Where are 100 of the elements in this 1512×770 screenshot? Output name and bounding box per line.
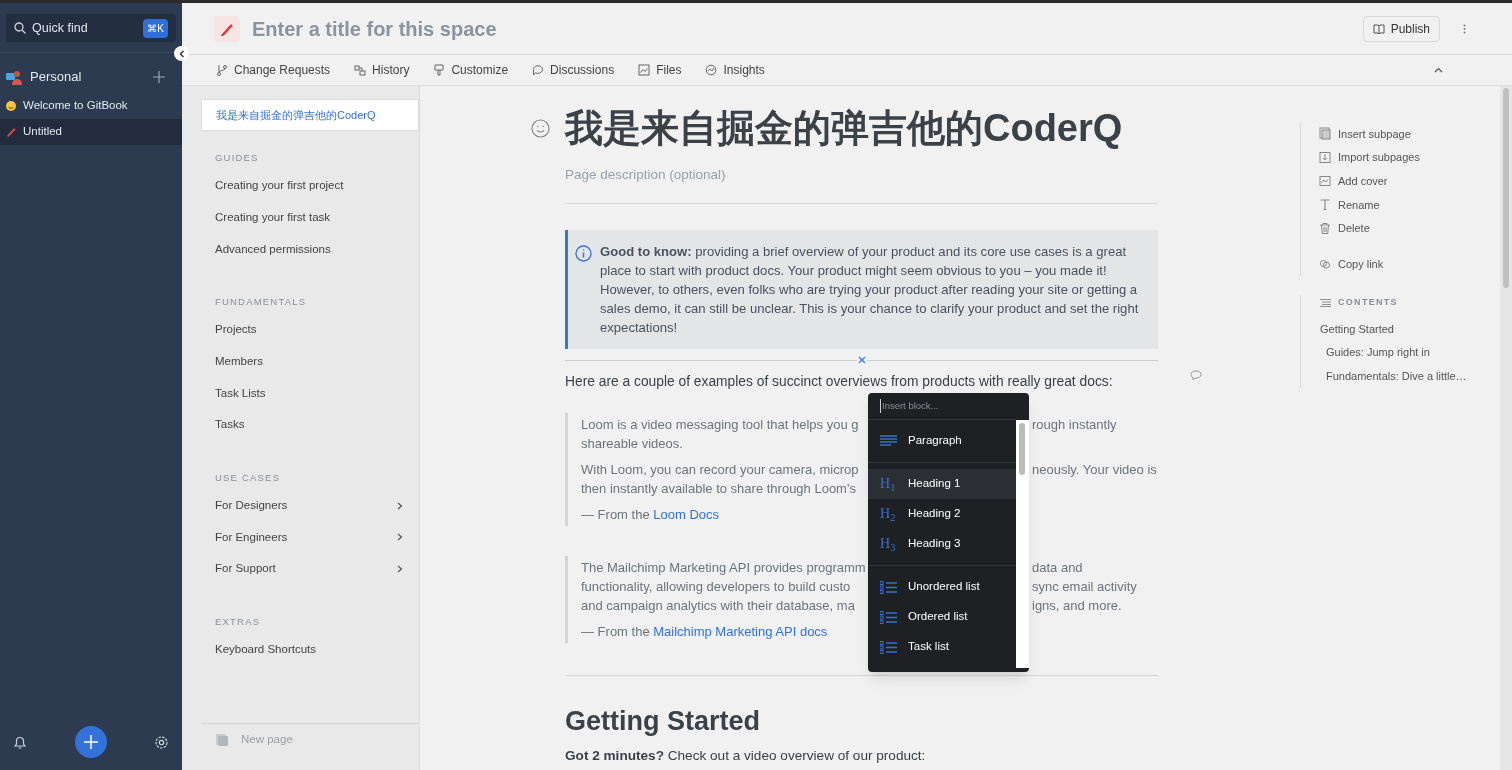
quote-text: and campaign analytics with their database, ma — [581, 598, 855, 614]
quote-text: functionality, allowing developers to build custo — [581, 579, 851, 595]
nav-item[interactable]: Projects — [201, 314, 419, 346]
collapse-button[interactable] — [174, 46, 189, 61]
chevron-right-icon — [397, 565, 403, 574]
nav-item[interactable]: Members — [201, 345, 419, 378]
quote-text: shareable videos. — [581, 436, 683, 452]
contents-item[interactable]: Guides: Jump right in — [1320, 340, 1500, 365]
nav-item[interactable]: For Support — [201, 553, 419, 585]
tab[interactable]: Change Requests — [216, 61, 331, 79]
section-heading: EXTRAS — [214, 614, 262, 629]
menu-item[interactable]: H$_{2}$ Heading 2 — [868, 499, 1016, 529]
chevron-right-icon — [397, 501, 403, 510]
add-button[interactable] — [74, 726, 107, 758]
bell-icon — [13, 734, 27, 750]
nav-item[interactable]: Creating your first task — [201, 201, 419, 234]
nav-item[interactable]: For Engineers — [201, 521, 419, 554]
quote-text: igns, and more. — [1032, 597, 1122, 616]
image-icon — [638, 64, 651, 76]
nav-item[interactable]: Task Lists — [201, 377, 419, 410]
tab[interactable]: Insights — [705, 61, 765, 79]
menu-item[interactable]: Ordered list — [868, 602, 1016, 632]
history-icon — [354, 64, 367, 76]
search-field[interactable]: Quick find ⌘K — [6, 14, 176, 42]
rename-icon — [1319, 198, 1331, 212]
person-avatar-icon — [5, 68, 23, 86]
kebab-icon — [1462, 23, 1466, 34]
quote-text: The Mailchimp Marketing API provides programm — [581, 560, 866, 576]
space-name[interactable]: Personal — [30, 67, 146, 87]
quote-text: then instantly available to share through Loom's — [581, 481, 856, 497]
quote-text: data and — [1032, 559, 1083, 578]
section-heading: GUIDES — [214, 151, 260, 165]
menu-scrollbar[interactable] — [1016, 420, 1029, 668]
paragraph: Here are a couple of examples of succinct overviews from products with really great docs: — [565, 373, 1114, 392]
action-item[interactable]: Rename — [1319, 193, 1500, 217]
callout-text: Good to know: providing a brief overview of your product and its core use cases is a great place to start with product docs. Your product might seem obvious to you – you made it! However, to others, even folks who are trying your product after reading your site or getting a sales demo, it can still be unclear. This is your chance to clarify your product and set the right expectations! — [600, 243, 1140, 338]
chevron-up-icon — [1434, 67, 1443, 73]
comment-icon — [1190, 370, 1202, 380]
collapse-tabs-button[interactable] — [1434, 65, 1444, 75]
list-icon — [880, 580, 897, 594]
branch-icon — [216, 64, 228, 76]
nav-item[interactable]: Keyboard Shortcuts — [201, 633, 419, 666]
space-icon[interactable] — [214, 15, 240, 42]
source-link[interactable]: Mailchimp Marketing API docs — [653, 622, 828, 642]
list-icon — [880, 610, 897, 624]
paragraph: Got 2 minutes? Check out a video overview of our product: — [565, 747, 927, 766]
publish-button[interactable]: Publish — [1362, 15, 1440, 42]
paragraph-icon — [880, 435, 897, 447]
plus-icon — [83, 735, 98, 749]
nav-item[interactable]: Creating your first project — [201, 170, 419, 202]
contents-item[interactable]: Getting Started — [1320, 317, 1500, 341]
close-button[interactable] — [857, 355, 867, 366]
menu-item[interactable]: H$_{3}$ Heading 3 — [868, 529, 1016, 559]
source-link[interactable]: Loom Docs — [653, 505, 719, 525]
contents-icon — [1320, 299, 1331, 308]
action-item[interactable]: Delete — [1319, 216, 1500, 241]
list-icon — [880, 640, 897, 654]
heading-icon: H$_{3}$ — [880, 537, 897, 551]
quote-text: Loom is a video messaging tool that helps you g — [581, 417, 859, 433]
brush-icon — [433, 64, 446, 76]
section-heading: Getting Started — [565, 705, 761, 739]
tab[interactable]: History — [354, 61, 410, 79]
settings-icon — [154, 734, 169, 750]
quote-text: neously. Your video is — [1032, 461, 1157, 480]
menu-item[interactable]: Task list — [868, 632, 1016, 662]
block-search-field[interactable]: Insert block... — [880, 398, 1004, 414]
cover-icon — [1319, 174, 1331, 188]
page-title[interactable]: 我是来自掘金的弹吉他的CoderQ — [565, 103, 1158, 153]
contents-heading: CONTENTS — [1338, 296, 1398, 310]
bubble-icon — [532, 64, 545, 76]
quote-text: rough instantly — [1032, 416, 1117, 435]
info-icon — [575, 245, 592, 263]
section-heading: USE CASES — [214, 470, 282, 485]
menu-item[interactable]: H$_{1}$ Heading 1 — [868, 469, 1016, 499]
action-item[interactable]: Add cover — [1319, 169, 1500, 194]
subpage-icon — [1319, 127, 1331, 141]
nav-item[interactable]: Tasks — [201, 409, 419, 441]
page-item[interactable]: Welcome to GitBook — [0, 93, 182, 119]
quote-text: sync email activity — [1032, 578, 1137, 597]
action-item[interactable]: Copy link — [1319, 252, 1500, 277]
action-item[interactable]: Import subpages — [1319, 145, 1500, 170]
menu-item[interactable]: Paragraph — [868, 426, 1016, 456]
page-item[interactable]: Untitled — [0, 119, 182, 145]
tab[interactable]: Customize — [433, 61, 509, 79]
heading-icon: H$_{1}$ — [880, 477, 897, 491]
source-text: — From the — [581, 506, 651, 525]
contents-item[interactable]: Fundamentals: Dive a little… — [1320, 364, 1500, 389]
menu-item[interactable]: Unordered list — [868, 572, 1016, 602]
nav-item[interactable]: For Designers — [201, 489, 419, 522]
tab[interactable]: Discussions — [532, 61, 615, 79]
nav-item[interactable]: Advanced permissions — [201, 233, 419, 266]
action-item[interactable]: Insert subpage — [1319, 122, 1500, 146]
plus-icon — [153, 71, 165, 83]
heading-icon: H$_{2}$ — [880, 507, 897, 521]
import-icon — [1319, 151, 1331, 165]
pages-icon — [215, 733, 229, 747]
tab[interactable]: Files — [638, 61, 682, 79]
nav-page-item[interactable]: 我是来自掘金的弹吉他的CoderQ — [201, 99, 419, 131]
book-icon — [1372, 22, 1385, 35]
scrollbar[interactable] — [1500, 86, 1512, 770]
